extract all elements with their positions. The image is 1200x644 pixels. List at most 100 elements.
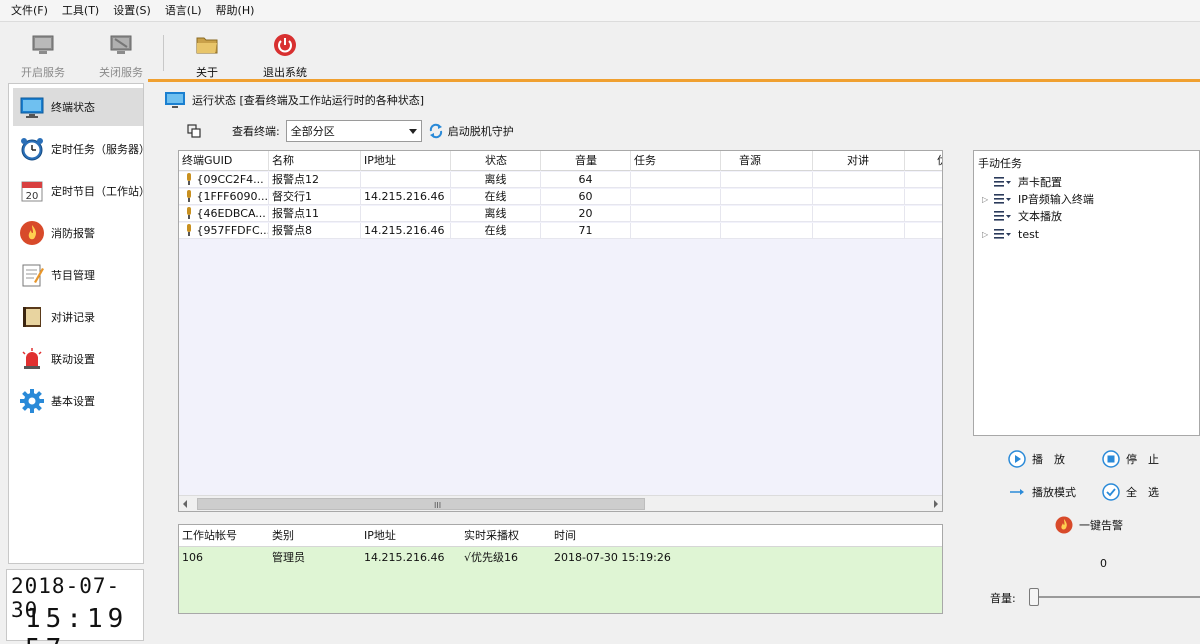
expand-arrow-icon[interactable]: ▷: [982, 230, 994, 239]
menu-tools[interactable]: 工具(T): [55, 0, 106, 22]
name-cell: 报警点12: [269, 172, 361, 188]
scroll-left-icon[interactable]: [183, 500, 187, 508]
tree-item-text-play[interactable]: 文本播放: [982, 207, 1062, 225]
workstation-table: 工作站帐号 类别 IP地址 实时采播权 时间 106 管理员 14.215.21…: [178, 524, 943, 614]
alarm-clock-icon: [21, 138, 43, 161]
toolbar-separator: [163, 35, 164, 71]
column-header-name[interactable]: 名称: [269, 151, 361, 171]
table-row[interactable]: {957FFDFC... 报警点8 14.215.216.46 在线 71: [179, 223, 942, 239]
expand-arrow-icon[interactable]: ▷: [982, 195, 994, 204]
table-header: 工作站帐号 类别 IP地址 实时采播权 时间: [179, 525, 942, 547]
zone-select-value: 全部分区: [290, 125, 335, 138]
tree-item-test[interactable]: ▷ test: [982, 225, 1039, 243]
column-header-task[interactable]: 任务: [631, 151, 721, 171]
tree-item-label: 文本播放: [1018, 210, 1062, 223]
play-button[interactable]: 播 放: [1008, 450, 1065, 468]
scroll-right-icon[interactable]: [934, 500, 938, 508]
about-label: 关于: [196, 66, 218, 79]
page-title: 运行状态 [查看终端及工作站运行时的各种状态]: [192, 94, 425, 107]
sidebar-item-terminal-status[interactable]: 终端状态: [13, 88, 143, 126]
column-header-time[interactable]: 时间: [551, 525, 576, 547]
one-key-alarm-button[interactable]: 一键告警: [1055, 516, 1123, 534]
sidebar-item-intercom-records[interactable]: 对讲记录: [13, 298, 143, 336]
sidebar: 终端状态 定时任务（服务器） 20 定时节目（工作站） 消防报警 节目管理 对讲…: [8, 83, 150, 564]
volume-cell: 60: [541, 189, 631, 205]
task-cell: [631, 172, 721, 188]
scrollbar-thumb[interactable]: III: [197, 498, 645, 510]
volume-slider-track[interactable]: [1030, 596, 1200, 598]
ip-cell: [361, 206, 451, 222]
source-cell: [721, 223, 813, 239]
offline-guard-button[interactable]: 启动脱机守护: [428, 123, 514, 139]
copy-icon[interactable]: [186, 123, 202, 139]
sidebar-item-label: 联动设置: [51, 353, 95, 366]
column-header-priority[interactable]: 优: [905, 151, 942, 171]
column-header-category[interactable]: 类别: [269, 525, 294, 547]
about-button[interactable]: 关于: [172, 29, 242, 79]
sidebar-item-scheduled-programs[interactable]: 20 定时节目（工作站）: [13, 172, 150, 210]
menu-file[interactable]: 文件(F): [4, 0, 55, 22]
terminal-table: 终端GUID 名称 IP地址 状态 音量 任务 音源 对讲 优 {09CC2F4…: [178, 150, 943, 512]
horizontal-scrollbar[interactable]: III: [179, 495, 942, 511]
view-terminal-label: 查看终端:: [232, 125, 280, 138]
monitor-icon: [165, 92, 185, 108]
svg-text:20: 20: [26, 191, 39, 202]
tree-item-label: test: [1018, 227, 1040, 241]
column-header-account[interactable]: 工作站帐号: [179, 525, 237, 547]
status-cell: 在线: [451, 223, 541, 239]
column-header-ip[interactable]: IP地址: [361, 151, 451, 171]
select-all-button[interactable]: 全 选: [1102, 483, 1159, 501]
column-header-intercom[interactable]: 对讲: [813, 151, 905, 171]
sidebar-item-label: 消防报警: [51, 227, 95, 240]
source-cell: [721, 189, 813, 205]
volume-slider-thumb[interactable]: [1029, 588, 1039, 606]
play-mode-button[interactable]: 播放模式: [1008, 483, 1076, 501]
sidebar-item-basic-settings[interactable]: 基本设置: [13, 382, 143, 420]
guid-cell: {957FFDFC...: [179, 223, 269, 239]
list-menu-icon: [994, 229, 1011, 239]
menu-help[interactable]: 帮助(H): [209, 0, 262, 22]
arrow-right-icon: [1010, 489, 1024, 495]
page-title-row: 运行状态 [查看终端及工作站运行时的各种状态]: [164, 90, 424, 110]
status-cell: 离线: [451, 172, 541, 188]
menu-language[interactable]: 语言(L): [158, 0, 209, 22]
status-cell: 在线: [451, 189, 541, 205]
column-header-volume[interactable]: 音量: [541, 151, 631, 171]
clock-time: 15:19 57: [25, 604, 129, 644]
start-service-button[interactable]: 开启服务: [8, 29, 78, 79]
tree-item-soundcard[interactable]: 声卡配置: [982, 173, 1062, 191]
status-cell: 离线: [451, 206, 541, 222]
table-row[interactable]: {46EDBCA... 报警点11 离线 20: [179, 206, 942, 222]
stop-service-button[interactable]: 关闭服务: [86, 29, 156, 79]
sidebar-item-scheduled-tasks[interactable]: 定时任务（服务器）: [13, 130, 150, 168]
volume-cell: 20: [541, 206, 631, 222]
stop-button[interactable]: 停 止: [1102, 450, 1159, 468]
power-icon: [274, 34, 296, 56]
time-cell: 2018-07-30 15:19:26: [554, 551, 671, 564]
book-icon: [23, 307, 41, 327]
zone-select[interactable]: 全部分区: [285, 120, 422, 142]
sidebar-item-fire-alarm[interactable]: 消防报警: [13, 214, 143, 252]
tree-item-ip-audio[interactable]: ▷ IP音频输入终端: [982, 190, 1094, 208]
column-header-source[interactable]: 音源: [721, 151, 813, 171]
tree-item-label: 声卡配置: [1018, 176, 1062, 189]
fire-icon: [20, 221, 44, 245]
priority-cell: √优先级16: [464, 551, 519, 564]
menu-settings[interactable]: 设置(S): [106, 0, 158, 22]
sidebar-item-label: 对讲记录: [51, 311, 95, 324]
exit-button[interactable]: 退出系统: [250, 29, 320, 79]
column-header-status[interactable]: 状态: [451, 151, 541, 171]
one-key-alarm-label: 一键告警: [1079, 519, 1123, 532]
monitor-icon: [20, 97, 44, 118]
folder-icon: [196, 37, 218, 54]
stop-service-label: 关闭服务: [99, 66, 143, 79]
guid-cell: {09CC2F4...: [179, 172, 269, 188]
table-row[interactable]: {09CC2F4... 报警点12 离线 64: [179, 172, 942, 188]
sidebar-item-program-management[interactable]: 节目管理: [13, 256, 143, 294]
column-header-ip[interactable]: IP地址: [361, 525, 396, 547]
table-row[interactable]: {1FFF6090... 督交行1 14.215.216.46 在线 60: [179, 189, 942, 205]
sidebar-item-linkage-settings[interactable]: 联动设置: [13, 340, 143, 378]
column-header-guid[interactable]: 终端GUID: [179, 151, 269, 171]
column-header-priority[interactable]: 实时采播权: [461, 525, 519, 547]
sidebar-item-label: 基本设置: [51, 395, 95, 408]
